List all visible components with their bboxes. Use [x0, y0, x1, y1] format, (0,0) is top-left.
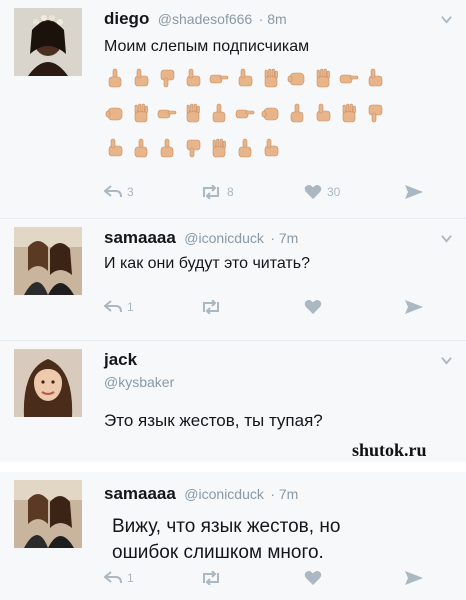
hand-gesture-icon [183, 68, 203, 88]
tweet-actions: 1 [104, 296, 434, 318]
hand-gesture-icon [235, 68, 255, 88]
hand-gesture-icon [365, 68, 385, 88]
avatar-image [14, 349, 82, 417]
hand-gesture-icon [183, 103, 203, 123]
user-handle[interactable]: @iconicduck [184, 486, 264, 502]
hand-gesture-icon [209, 103, 229, 123]
hand-gesture-icon [105, 68, 125, 88]
retweet-button[interactable] [200, 296, 222, 318]
tweet-text-line-1: Вижу, что язык жестов, но [112, 516, 341, 537]
hand-gesture-icon [235, 138, 255, 158]
like-count: 30 [327, 185, 341, 199]
hand-gesture-icon [157, 103, 177, 123]
avatar-image [14, 8, 82, 76]
avatar[interactable] [14, 227, 82, 295]
hand-gesture-icon [261, 138, 281, 158]
direct-message-button[interactable] [404, 181, 424, 203]
like-button[interactable] [304, 567, 322, 589]
reply-count: 3 [127, 185, 134, 199]
hand-gesture-icon [105, 103, 125, 123]
reply-count: 1 [127, 571, 134, 585]
retweet-icon [203, 185, 219, 199]
chevron-down-icon[interactable] [441, 233, 452, 244]
reply-button[interactable]: 1 [104, 296, 134, 318]
user-handle[interactable]: @kysbaker [104, 374, 174, 390]
tweet-actions: 1 [104, 567, 434, 589]
hand-gesture-icon [365, 103, 385, 123]
watermark: shutok.ru [352, 440, 427, 460]
display-name[interactable]: jack [104, 350, 137, 369]
retweet-button[interactable] [200, 567, 222, 589]
hand-gesture-icon [287, 68, 307, 88]
emoji-row-1 [105, 68, 385, 88]
hand-gesture-icon [183, 138, 203, 158]
emoji-row-3 [105, 138, 281, 158]
heart-icon [304, 300, 322, 314]
user-handle[interactable]: @shadesof666 [158, 11, 252, 27]
separator-band [0, 462, 466, 472]
hand-gesture-icon [157, 68, 177, 88]
user-handle[interactable]: @iconicduck [184, 230, 264, 246]
hand-gesture-icon [235, 103, 255, 123]
reply-icon [104, 571, 122, 584]
display-name[interactable]: samaaaa [104, 228, 176, 247]
display-name[interactable]: samaaaa [104, 484, 176, 503]
hand-gesture-icon [261, 68, 281, 88]
direct-message-button[interactable] [404, 567, 424, 589]
avatar[interactable] [14, 8, 82, 76]
reply-button[interactable]: 1 [104, 567, 134, 589]
hand-gesture-icon [313, 68, 333, 88]
hand-gesture-icon [105, 138, 125, 158]
like-button[interactable]: 30 [304, 181, 340, 203]
direct-message-icon [405, 571, 423, 585]
retweet-button[interactable]: 8 [200, 181, 234, 203]
avatar-image [14, 227, 82, 295]
direct-message-icon [405, 185, 423, 199]
reply-button[interactable]: 3 [104, 181, 134, 203]
hand-gesture-icon [313, 103, 333, 123]
hand-gesture-icon [209, 68, 229, 88]
tweet-text-line-2: ошибок слишком много. [112, 542, 324, 563]
hand-gesture-icon [287, 103, 307, 123]
reply-icon [104, 300, 122, 313]
chevron-down-icon[interactable] [441, 14, 452, 25]
avatar-image [14, 480, 82, 548]
hand-gesture-icon [209, 138, 229, 158]
timestamp[interactable]: · 7m [270, 486, 298, 502]
tweet-1: diego @shadesof666 · 8m Моим слепым подп… [0, 0, 466, 218]
tweet-4: samaaaa @iconicduck · 7m Вижу, что язык … [0, 472, 466, 600]
timestamp[interactable]: · 7m [270, 230, 298, 246]
direct-message-button[interactable] [404, 296, 424, 318]
tweet-text: И как они будут это читать? [104, 255, 310, 272]
tweet-text: Моим слепым подписчикам [104, 38, 310, 55]
reply-count: 1 [127, 300, 134, 314]
retweet-icon [203, 300, 219, 314]
reply-icon [104, 185, 122, 198]
chevron-down-icon[interactable] [441, 355, 452, 366]
heart-icon [304, 185, 322, 199]
retweet-icon [203, 571, 219, 585]
avatar[interactable] [14, 349, 82, 417]
hand-gesture-icon [131, 138, 151, 158]
like-button[interactable] [304, 296, 322, 318]
hand-gesture-icon [157, 138, 177, 158]
heart-icon [304, 571, 322, 585]
direct-message-icon [405, 300, 423, 314]
tweet-2: samaaaa @iconicduck · 7m И как они будут… [0, 219, 466, 340]
display-name[interactable]: diego [104, 9, 149, 28]
hand-gesture-icon [339, 103, 359, 123]
tweet-text: Это язык жестов, ты тупая? [104, 411, 323, 430]
hand-gesture-icon [131, 68, 151, 88]
emoji-row-2 [105, 103, 385, 123]
hand-gesture-icon [131, 103, 151, 123]
hand-gesture-icon [339, 68, 359, 88]
timestamp[interactable]: · 8m [259, 11, 287, 27]
retweet-count: 8 [227, 185, 234, 199]
avatar[interactable] [14, 480, 82, 548]
hand-gesture-icon [261, 103, 281, 123]
tweet-actions: 3 8 30 [104, 181, 434, 203]
